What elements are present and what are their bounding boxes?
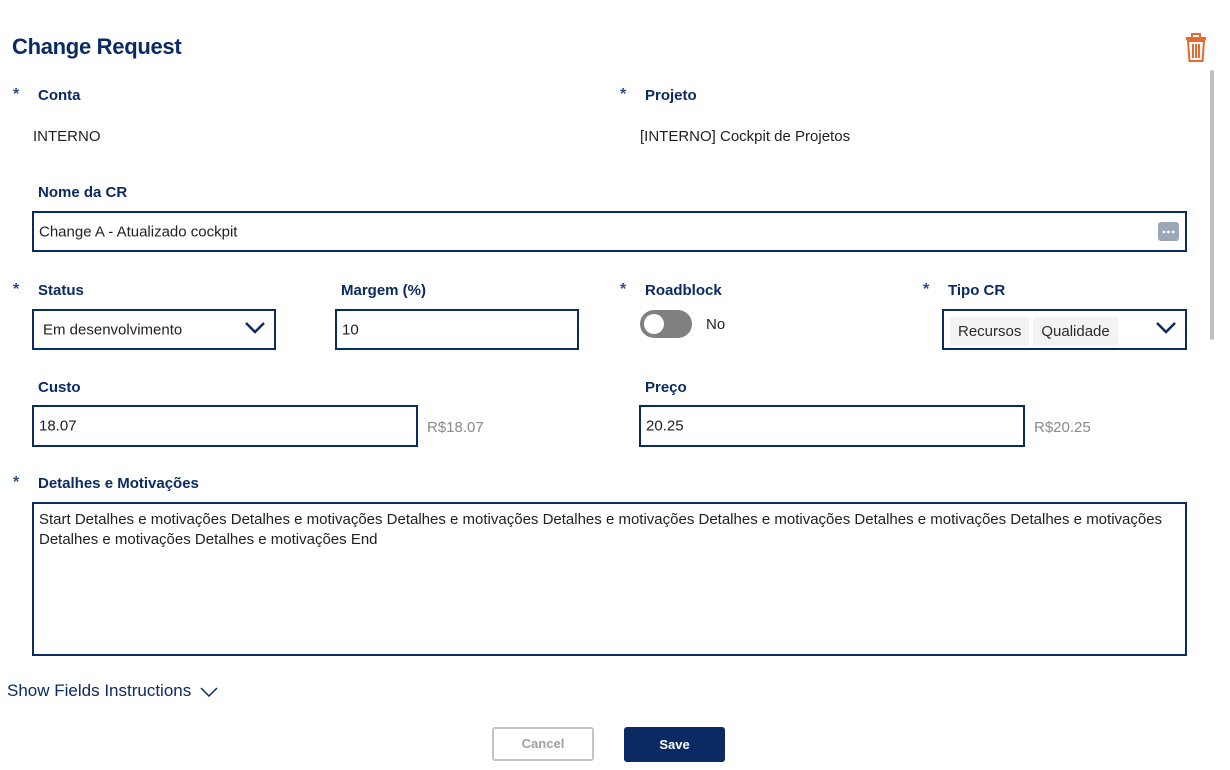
trash-icon[interactable] xyxy=(1184,33,1208,63)
nome-cr-label: Nome da CR xyxy=(38,184,128,201)
tipo-cr-combobox[interactable]: Recursos Qualidade xyxy=(942,309,1187,350)
toggle-knob xyxy=(644,314,664,334)
chevron-down-icon xyxy=(1155,321,1177,339)
chevron-down-icon xyxy=(200,682,218,702)
conta-value: INTERNO xyxy=(33,128,101,145)
chevron-down-icon xyxy=(244,321,266,339)
show-instructions-toggle[interactable]: Show Fields Instructions xyxy=(7,681,218,702)
required-marker: * xyxy=(13,474,20,491)
save-button[interactable]: Save xyxy=(624,727,725,762)
nome-cr-input[interactable]: Change A - Atualizado cockpit xyxy=(32,211,1187,252)
status-label: Status xyxy=(38,282,84,299)
custo-label: Custo xyxy=(38,379,81,396)
status-dropdown[interactable]: Em desenvolvimento xyxy=(32,309,276,350)
scrollbar[interactable] xyxy=(1210,70,1214,340)
required-marker: * xyxy=(13,281,20,298)
status-value: Em desenvolvimento xyxy=(43,321,183,338)
toggle-track xyxy=(640,310,692,338)
roadblock-label: Roadblock xyxy=(645,282,722,299)
required-marker: * xyxy=(923,281,930,298)
margem-label: Margem (%) xyxy=(341,282,427,299)
tag-recursos[interactable]: Recursos xyxy=(950,317,1030,346)
detalhes-label: Detalhes e Motivações xyxy=(38,475,199,492)
nome-cr-value: Change A - Atualizado cockpit xyxy=(39,223,238,240)
preco-input[interactable]: 20.25 xyxy=(639,405,1025,447)
required-marker: * xyxy=(620,86,627,103)
projeto-label: Projeto xyxy=(645,87,697,104)
page-title: Change Request xyxy=(12,34,182,59)
tipo-cr-label: Tipo CR xyxy=(948,282,1006,299)
margem-input[interactable]: 10 xyxy=(335,309,579,350)
tag-qualidade[interactable]: Qualidade xyxy=(1033,317,1118,346)
ellipsis-icon[interactable] xyxy=(1158,222,1179,241)
projeto-value: [INTERNO] Cockpit de Projetos xyxy=(640,128,851,145)
required-marker: * xyxy=(620,281,627,298)
roadblock-state: No xyxy=(706,316,726,333)
conta-label: Conta xyxy=(38,87,81,104)
detalhes-textarea[interactable]: Start Detalhes e motivações Detalhes e m… xyxy=(32,502,1187,656)
cancel-button[interactable]: Cancel xyxy=(492,727,594,761)
preco-label: Preço xyxy=(645,379,687,396)
preco-value: 20.25 xyxy=(646,417,684,435)
roadblock-toggle[interactable] xyxy=(640,310,692,338)
detalhes-value: Start Detalhes e motivações Detalhes e m… xyxy=(39,511,1163,548)
margem-value: 10 xyxy=(342,321,359,338)
required-marker: * xyxy=(13,86,20,103)
custo-input[interactable]: 18.07 xyxy=(32,405,418,447)
preco-formatted: R$20.25 xyxy=(1034,419,1091,436)
custo-formatted: R$18.07 xyxy=(427,419,484,436)
show-instructions-label: Show Fields Instructions xyxy=(7,681,192,700)
custo-value: 18.07 xyxy=(39,417,77,435)
